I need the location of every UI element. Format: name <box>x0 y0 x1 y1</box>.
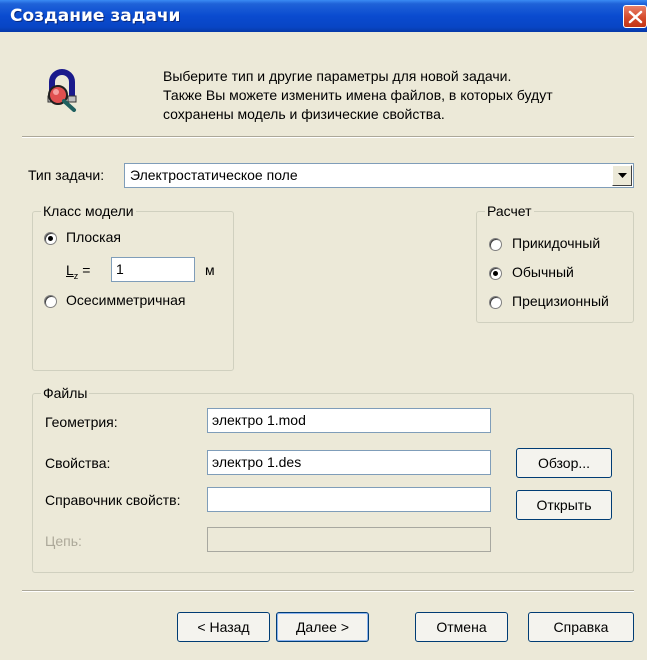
rough-label: Прикидочный <box>512 235 601 251</box>
radio-precise[interactable] <box>489 296 502 309</box>
task-type-label: Тип задачи: <box>28 167 105 183</box>
normal-label: Обычный <box>512 264 574 280</box>
dialog-window: Создание задачи Выберите тип и другие па… <box>0 0 647 660</box>
axisymmetric-label: Осесимметричная <box>66 292 186 308</box>
header-line-2: Также Вы можете изменить имена файлов, в… <box>163 87 553 103</box>
header-line-1: Выберите тип и другие параметры для ново… <box>163 68 512 84</box>
dropdown-button[interactable] <box>612 165 632 186</box>
planar-label: Плоская <box>66 229 121 245</box>
browse-button[interactable]: Обзор... <box>516 448 612 478</box>
footer-divider <box>22 590 634 592</box>
radio-planar[interactable] <box>44 232 57 245</box>
lz-unit: м <box>205 262 215 278</box>
precise-label: Прецизионный <box>512 293 609 309</box>
close-button[interactable] <box>623 5 647 28</box>
header-line-3: сохранены модель и физические свойства. <box>163 106 445 122</box>
back-button[interactable]: < Назад <box>177 612 270 642</box>
radio-normal[interactable] <box>489 267 502 280</box>
magnet-magnifier-icon <box>42 68 82 112</box>
model-class-group: Класс модели <box>32 203 234 371</box>
header-divider <box>22 136 634 138</box>
geometry-label: Геометрия: <box>45 414 118 430</box>
chevron-down-icon <box>618 173 627 178</box>
geometry-value: электро 1.mod <box>212 412 306 428</box>
lz-value: 1 <box>116 261 124 277</box>
lz-input[interactable]: 1 <box>111 257 195 282</box>
geometry-input[interactable]: электро 1.mod <box>207 408 491 433</box>
radio-axisymmetric[interactable] <box>44 295 57 308</box>
files-legend: Файлы <box>41 385 90 401</box>
window-title: Создание задачи <box>10 6 181 26</box>
open-button[interactable]: Открыть <box>516 490 612 520</box>
help-button[interactable]: Справка <box>528 612 634 642</box>
radio-rough[interactable] <box>489 238 502 251</box>
properties-value: электро 1.des <box>212 454 302 470</box>
circuit-label: Цепь: <box>45 533 82 549</box>
header-description: Выберите тип и другие параметры для ново… <box>163 67 633 124</box>
lz-subscript: z <box>73 270 79 281</box>
task-type-value: Электростатическое поле <box>130 167 298 183</box>
circuit-input <box>207 527 491 552</box>
next-button[interactable]: Далее > <box>276 612 369 642</box>
calculation-legend: Расчет <box>485 203 534 219</box>
model-class-legend: Класс модели <box>41 203 136 219</box>
close-icon <box>628 10 643 24</box>
properties-input[interactable]: электро 1.des <box>207 450 491 475</box>
properties-label: Свойства: <box>45 455 111 471</box>
cancel-button[interactable]: Отмена <box>415 612 508 642</box>
reference-input[interactable] <box>207 487 491 512</box>
lz-label: Lz = <box>66 262 90 281</box>
title-bar[interactable]: Создание задачи <box>0 0 647 32</box>
task-type-select[interactable]: Электростатическое поле <box>124 163 634 188</box>
reference-label: Справочник свойств: <box>45 492 181 508</box>
lz-letter: L <box>66 262 74 278</box>
lz-equals: = <box>82 262 91 278</box>
